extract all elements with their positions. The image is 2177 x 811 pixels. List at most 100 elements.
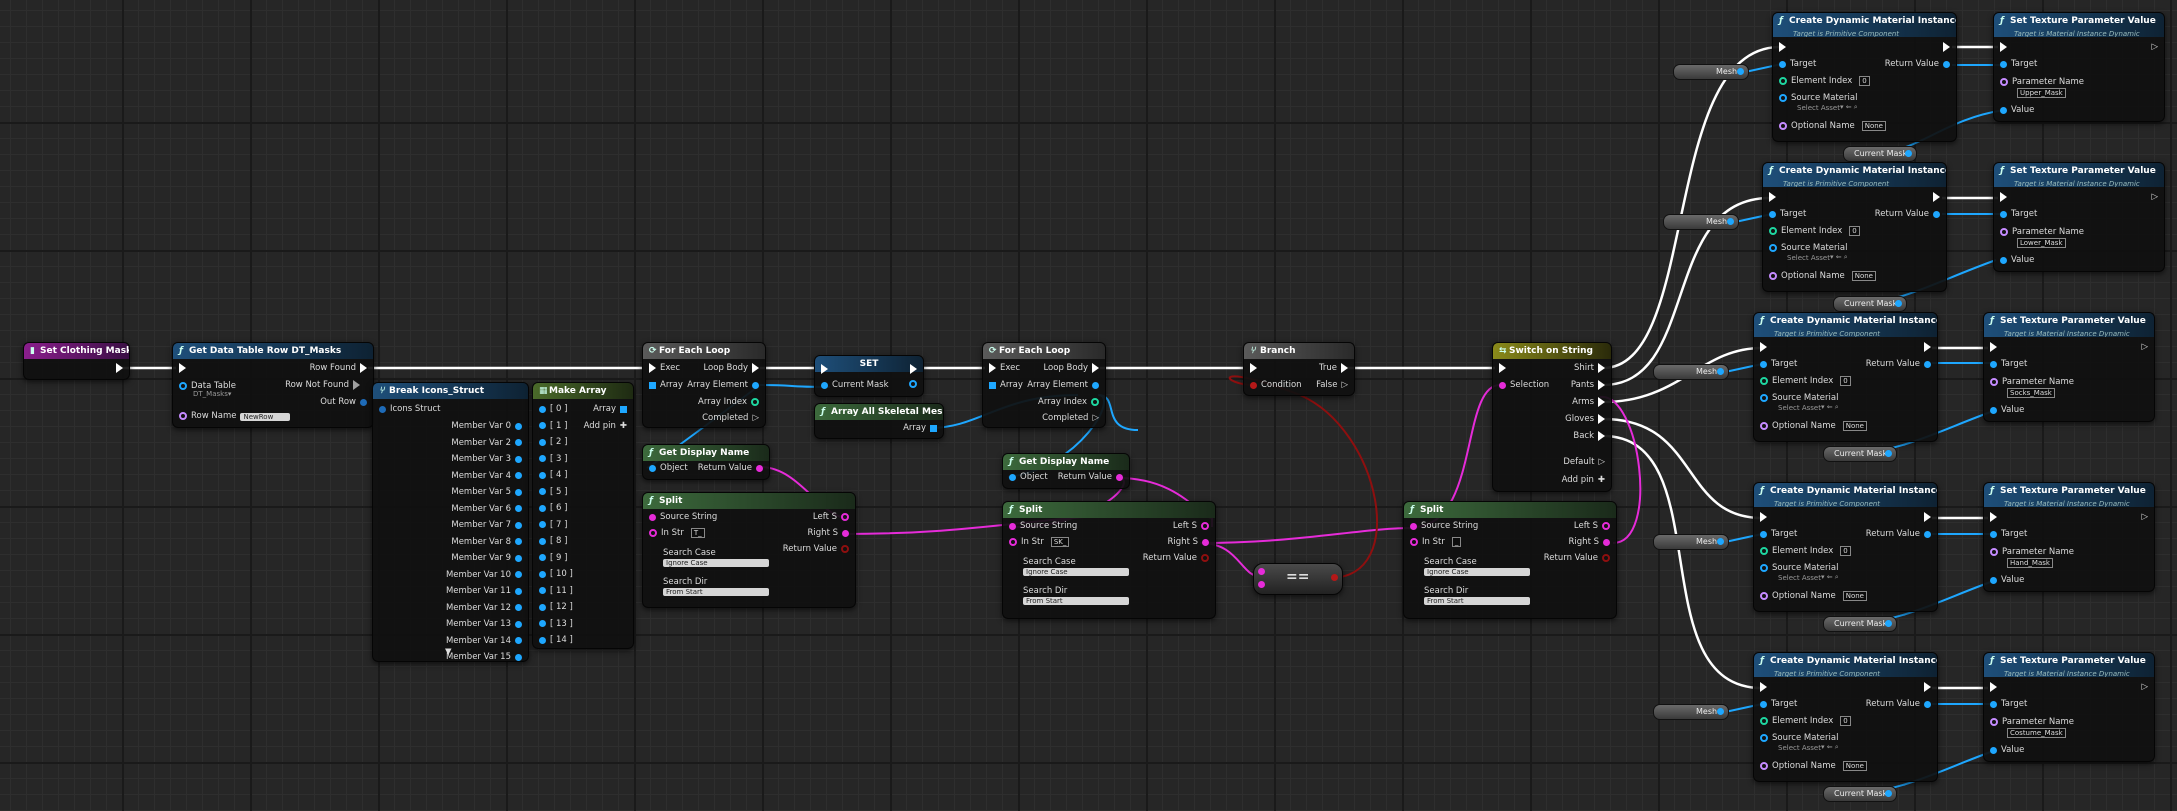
parameter-name-input[interactable]: Costume_Mask <box>2004 728 2066 738</box>
exec-in-pin[interactable] <box>179 363 186 373</box>
return-value-pin[interactable]: Return Value <box>1862 359 1931 369</box>
add-pin-button[interactable]: Add pin ✚ <box>1558 475 1605 485</box>
equals-b-pin[interactable] <box>1258 581 1265 588</box>
exec-in-pin[interactable]: Exec <box>989 363 1024 373</box>
switch-output-pin[interactable]: Arms <box>1568 397 1605 407</box>
exec-in-pin[interactable] <box>1760 682 1767 692</box>
element-index-pin[interactable]: Element Index 0 <box>1760 376 1851 386</box>
exec-in-pin[interactable] <box>821 364 828 374</box>
node-set-current-mask[interactable]: SET Current Mask <box>814 355 924 397</box>
parameter-name-pin[interactable]: Parameter Name <box>1990 717 2078 727</box>
target-pin[interactable]: Target <box>1990 529 2031 539</box>
node-get-data-table-row[interactable]: ƒ Get Data Table Row DT_Masks Row Found D… <box>172 342 374 428</box>
optional-name-input[interactable]: None <box>1842 421 1867 431</box>
array-in-pin[interactable]: [ 6 ] <box>539 503 571 513</box>
exec-out-pin[interactable]: ▷ <box>2151 42 2158 52</box>
switch-output-pin[interactable]: Back <box>1569 431 1605 441</box>
source-material-select[interactable]: Select Asset ▾ ⇐ ⌕ <box>1797 103 1858 112</box>
array-element-pin[interactable]: Array Element <box>1023 380 1099 390</box>
element-index-pin[interactable]: Element Index 0 <box>1760 546 1851 556</box>
return-value-pin[interactable]: Return Value <box>1862 529 1931 539</box>
exec-in-pin[interactable] <box>1990 342 1997 352</box>
current-mask-pin[interactable]: Current Mask <box>821 380 893 390</box>
parameter-name-input[interactable]: Socks_Mask <box>2004 388 2055 398</box>
in-str-pin[interactable]: In Str _ <box>1410 537 1462 547</box>
optional-name-input[interactable]: None <box>1851 271 1876 281</box>
parameter-name-input[interactable]: Upper_Mask <box>2014 88 2066 98</box>
in-str-pin[interactable]: In Str SK_ <box>1009 537 1070 547</box>
switch-output-pin[interactable]: Gloves <box>1561 414 1605 424</box>
node-break-struct[interactable]: ⑂ Break Icons_Struct Icons Struct Member … <box>372 382 529 662</box>
source-material-select[interactable]: Select Asset ▾ ⇐ ⌕ <box>1778 403 1839 412</box>
node-make-array[interactable]: ▦Make Array Array Add pin ✚ [ 0 ] [ 1 ] [ 2… <box>532 382 634 649</box>
search-dir-select[interactable]: From Start <box>1424 597 1530 605</box>
source-material-select[interactable]: Select Asset ▾ ⇐ ⌕ <box>1778 573 1839 582</box>
exec-in-pin[interactable] <box>1990 512 1997 522</box>
member-pin[interactable]: Member Var 15 <box>442 652 522 661</box>
element-index-input[interactable]: 0 <box>1840 546 1851 556</box>
array-element-pin[interactable]: Array Element <box>683 380 759 390</box>
array-in-pin[interactable]: [ 12 ] <box>539 602 577 612</box>
parameter-name-pin[interactable]: Parameter Name <box>2000 227 2088 237</box>
exec-out-pin[interactable] <box>1924 682 1931 692</box>
object-in-pin[interactable]: Object <box>649 463 692 473</box>
member-pin[interactable]: Member Var 2 <box>447 438 522 448</box>
optional-name-pin[interactable]: Optional Name None <box>1779 121 1886 131</box>
element-index-input[interactable]: 0 <box>1859 76 1870 86</box>
optional-name-pin[interactable]: Optional Name None <box>1760 761 1867 771</box>
member-pin[interactable]: Member Var 10 <box>442 570 522 580</box>
optional-name-input[interactable]: None <box>1842 761 1867 771</box>
target-pin[interactable]: Target <box>1760 359 1801 369</box>
member-pin[interactable]: Member Var 3 <box>447 454 522 464</box>
search-dir-pin[interactable]: Search Dir From Start <box>649 577 769 596</box>
array-in-pin[interactable]: [ 8 ] <box>539 536 571 546</box>
true-pin[interactable]: True <box>1315 363 1348 373</box>
exec-out-pin[interactable] <box>1933 192 1940 202</box>
return-value-pin[interactable]: Return Value <box>1054 472 1123 482</box>
source-string-pin[interactable]: Source String <box>1009 521 1081 531</box>
optional-name-pin[interactable]: Optional Name None <box>1769 271 1876 281</box>
return-value-pin[interactable]: Return Value <box>1871 209 1940 219</box>
node-create-dynamic-material-instance[interactable]: ƒ Create Dynamic Material Instance Target … <box>1753 652 1938 782</box>
target-pin[interactable]: Target <box>1990 699 2031 709</box>
in-str-input[interactable]: SK_ <box>1050 537 1070 547</box>
array-in-pin[interactable]: [ 2 ] <box>539 437 571 447</box>
search-case-pin[interactable]: Search Case Ignore Case <box>1410 557 1530 576</box>
row-name-select[interactable]: NewRow <box>240 412 291 421</box>
return-value-pin[interactable]: Return Value <box>1540 553 1610 563</box>
add-pin-button[interactable]: Add pin ✚ <box>580 421 627 431</box>
member-pin[interactable]: Member Var 7 <box>447 520 522 530</box>
member-pin[interactable]: Member Var 13 <box>442 619 522 629</box>
return-value-pin[interactable]: Return Value <box>779 544 849 554</box>
current-mask-variable-node[interactable]: Current Mask <box>1823 786 1897 802</box>
exec-in-pin[interactable]: Exec <box>649 363 684 373</box>
exec-out-pin[interactable] <box>910 364 917 374</box>
current-mask-variable-node[interactable]: Current Mask <box>1833 296 1907 312</box>
element-index-input[interactable]: 0 <box>1849 226 1860 236</box>
array-in-pin[interactable]: [ 5 ] <box>539 487 571 497</box>
data-table-select[interactable]: DT_Masks ▾ <box>193 390 231 398</box>
member-pin[interactable]: Member Var 8 <box>447 537 522 547</box>
equals-out-pin[interactable] <box>1331 574 1338 581</box>
search-dir-select[interactable]: From Start <box>663 588 769 596</box>
search-case-select[interactable]: Ignore Case <box>1023 568 1129 576</box>
exec-out-pin[interactable]: ▷ <box>2141 512 2148 522</box>
node-create-dynamic-material-instance[interactable]: ƒ Create Dynamic Material Instance Target … <box>1753 312 1938 442</box>
in-str-input[interactable]: T_ <box>690 528 705 538</box>
source-material-pin[interactable]: Source Material <box>1760 563 1842 573</box>
member-pin[interactable]: Member Var 4 <box>447 471 522 481</box>
value-pin[interactable]: Value <box>1990 575 2028 585</box>
member-pin[interactable]: Member Var 14 <box>442 636 522 646</box>
right-s-pin[interactable]: Right S <box>1565 537 1610 547</box>
switch-output-pin[interactable]: Default ▷ <box>1559 457 1605 467</box>
source-material-select[interactable]: Select Asset ▾ ⇐ ⌕ <box>1787 253 1848 262</box>
array-in-pin[interactable]: Array <box>989 380 1027 390</box>
parameter-name-pin[interactable]: Parameter Name <box>2000 77 2088 87</box>
node-set-texture-parameter-value[interactable]: ƒ Set Texture Parameter Value Target is Ma… <box>1983 312 2155 422</box>
right-s-pin[interactable]: Right S <box>804 528 849 538</box>
element-index-pin[interactable]: Element Index 0 <box>1769 226 1860 236</box>
array-index-pin[interactable]: Array Index <box>1034 397 1099 407</box>
exec-out-pin[interactable] <box>1943 42 1950 52</box>
node-get-display-name-2[interactable]: ƒ Get Display Name Object Return Value <box>1002 453 1130 489</box>
return-value-pin[interactable]: Return Value <box>1862 699 1931 709</box>
